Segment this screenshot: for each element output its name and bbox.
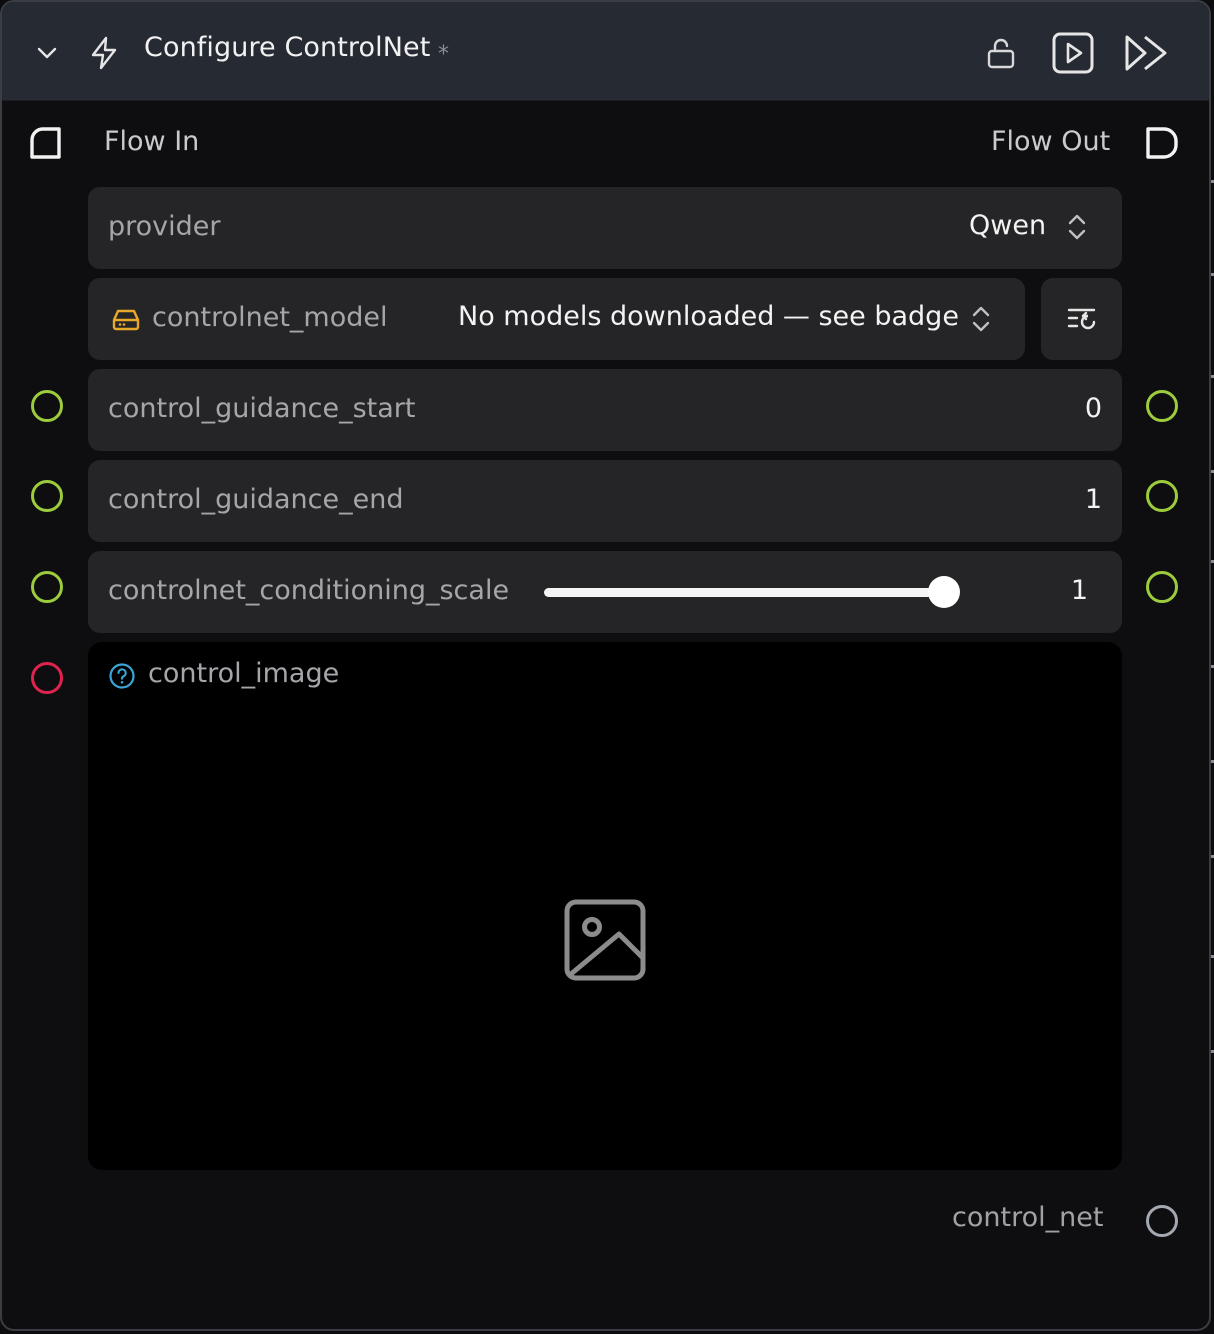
conditioning-scale-field: controlnet_conditioning_scale 1 <box>88 551 1122 633</box>
conditioning-scale-slider-track[interactable] <box>544 588 956 597</box>
control-net-output-label: control_net <box>952 1202 1104 1233</box>
modified-marker: * <box>438 42 449 67</box>
flow-in-handle[interactable] <box>28 124 66 162</box>
hard-drive-icon <box>110 305 142 333</box>
provider-select[interactable]: provider Qwen <box>88 187 1122 269</box>
controlnet-model-value: No models downloaded — see badge <box>458 301 959 332</box>
list-refresh-icon <box>1065 304 1099 334</box>
node-title: Configure ControlNet <box>144 32 431 63</box>
control-guidance-end-field[interactable]: control_guidance_end 1 <box>88 460 1122 542</box>
control-image-label: control_image <box>148 658 340 689</box>
control-guidance-start-output-handle[interactable] <box>1146 390 1178 422</box>
control-guidance-end-value: 1 <box>1084 484 1102 515</box>
play-square-icon[interactable] <box>1050 30 1096 76</box>
conditioning-scale-value[interactable]: 1 <box>1071 575 1088 606</box>
control-guidance-end-input-handle[interactable] <box>31 480 63 512</box>
fast-forward-icon[interactable] <box>1120 30 1172 76</box>
control-net-output-handle[interactable] <box>1146 1205 1178 1237</box>
lightning-icon <box>86 34 122 72</box>
configure-controlnet-node: Configure ControlNet * Flow In Flow Out … <box>0 0 1211 1331</box>
control-guidance-end-label: control_guidance_end <box>108 484 404 515</box>
unlock-icon[interactable] <box>982 34 1020 72</box>
flow-out-label: Flow Out <box>991 126 1111 157</box>
flow-out-handle[interactable] <box>1143 124 1181 162</box>
control-image-input-handle[interactable] <box>31 662 63 694</box>
provider-label: provider <box>108 211 221 242</box>
help-circle-icon[interactable] <box>108 662 136 690</box>
chevron-updown-icon <box>968 303 994 335</box>
provider-value: Qwen <box>969 210 1047 241</box>
control-guidance-start-input-handle[interactable] <box>31 390 63 422</box>
control-guidance-start-field[interactable]: control_guidance_start 0 <box>88 369 1122 451</box>
conditioning-scale-output-handle[interactable] <box>1146 571 1178 603</box>
control-guidance-start-value: 0 <box>1084 393 1102 424</box>
conditioning-scale-input-handle[interactable] <box>31 571 63 603</box>
chevron-updown-icon <box>1064 211 1090 243</box>
control-image-dropzone[interactable]: control_image <box>88 642 1122 1170</box>
flow-in-label: Flow In <box>104 126 200 157</box>
control-guidance-start-label: control_guidance_start <box>108 393 416 424</box>
controlnet-model-select[interactable]: controlnet_model No models downloaded — … <box>88 278 1025 360</box>
conditioning-scale-slider-thumb[interactable] <box>928 576 960 608</box>
node-header: Configure ControlNet * <box>2 2 1209 101</box>
controlnet-model-label: controlnet_model <box>152 302 388 333</box>
image-placeholder-icon <box>562 897 648 983</box>
control-guidance-end-output-handle[interactable] <box>1146 480 1178 512</box>
refresh-models-button[interactable] <box>1041 278 1122 360</box>
chevron-down-icon[interactable] <box>32 38 62 68</box>
conditioning-scale-label: controlnet_conditioning_scale <box>108 575 510 606</box>
